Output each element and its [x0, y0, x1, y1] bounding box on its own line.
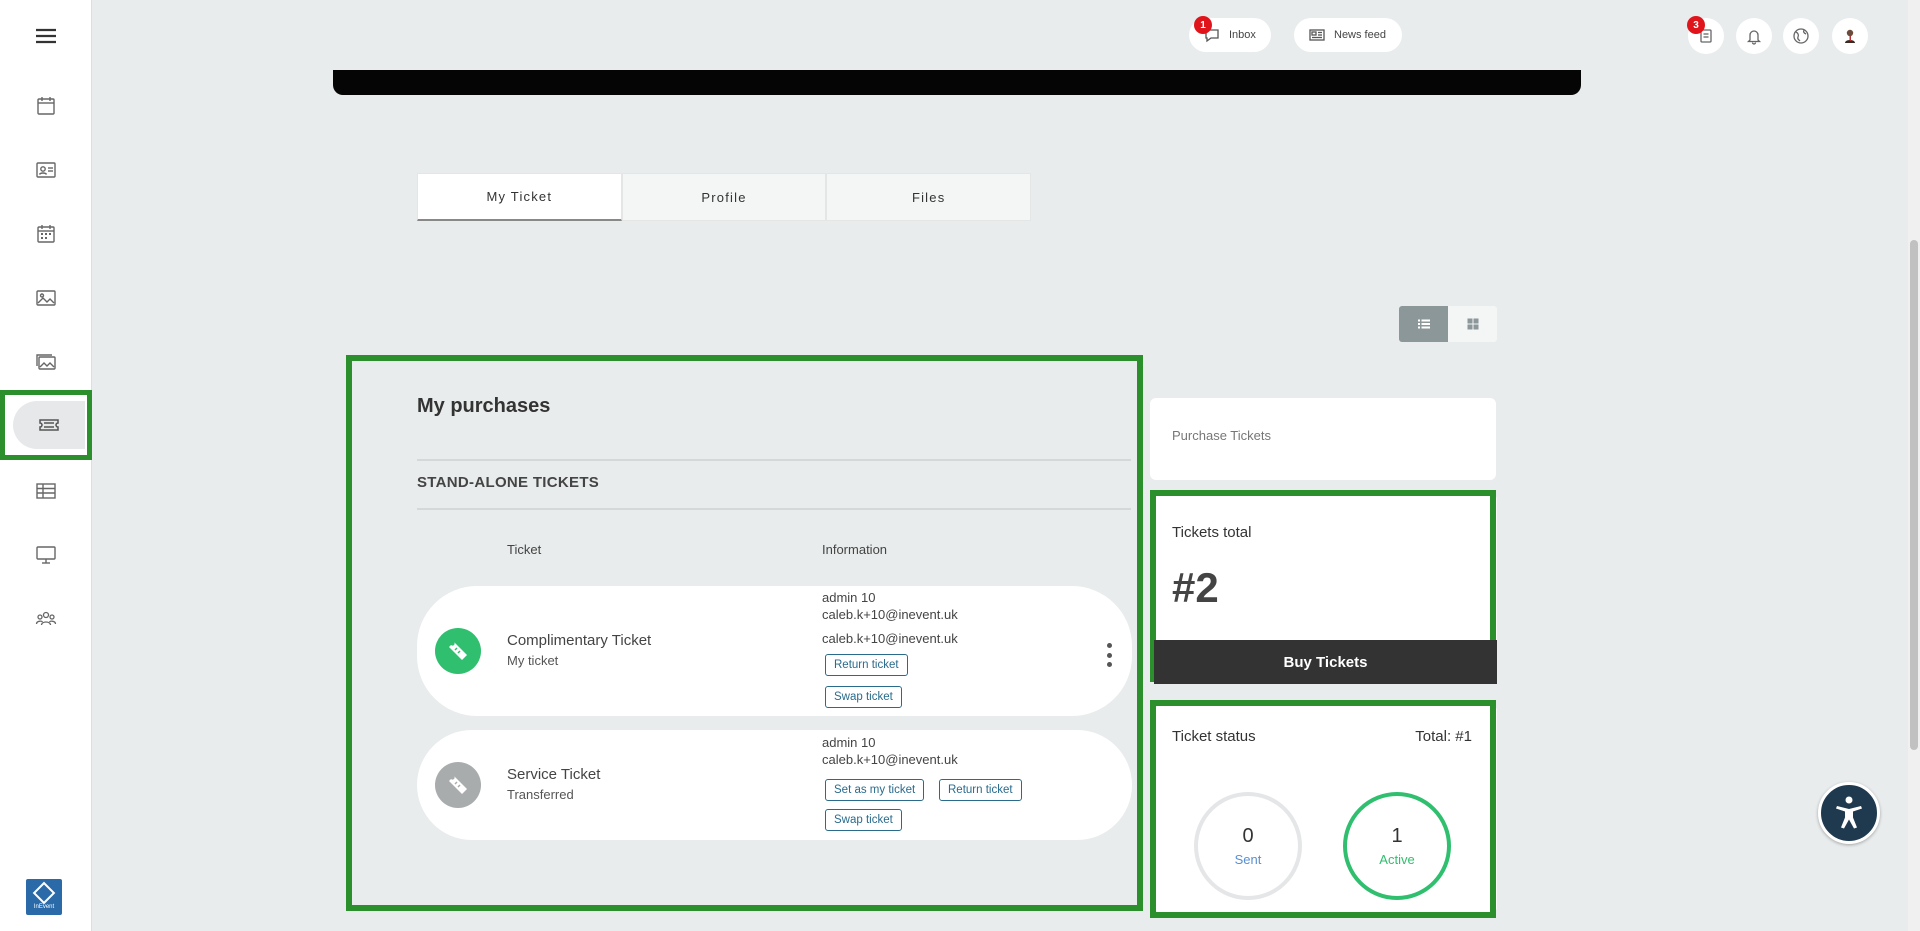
grid-view-button[interactable]	[1448, 306, 1497, 342]
purchase-tickets-link[interactable]: Purchase Tickets	[1172, 428, 1271, 443]
ticket-status-total: Total: #1	[1415, 728, 1472, 745]
ticket-holder-name: admin 10	[822, 590, 876, 605]
sidebar-item-table[interactable]	[0, 463, 92, 519]
section-title: STAND-ALONE TICKETS	[417, 474, 600, 491]
view-toggle	[1399, 306, 1497, 342]
grid-icon	[1467, 318, 1478, 330]
cart-badge: 3	[1687, 16, 1705, 34]
sidebar-item-agenda[interactable]	[0, 78, 92, 134]
return-ticket-button[interactable]: Return ticket	[825, 654, 908, 676]
event-banner	[333, 70, 1581, 95]
newspaper-icon	[1309, 29, 1325, 41]
tab-files[interactable]: Files	[826, 173, 1032, 221]
purchase-tickets-card[interactable]: Purchase Tickets	[1150, 398, 1496, 480]
ticket-status-label: Ticket status	[1172, 728, 1256, 745]
swap-ticket-button[interactable]: Swap ticket	[825, 809, 902, 831]
ticket-name: Complimentary Ticket	[507, 632, 652, 649]
sidebar-item-screen[interactable]	[0, 527, 92, 583]
return-ticket-button[interactable]: Return ticket	[939, 779, 1022, 801]
active-label: Active	[1379, 852, 1415, 867]
bell-icon	[1746, 30, 1762, 45]
notifications-button[interactable]	[1736, 18, 1772, 54]
sidebar-item-tickets[interactable]	[0, 390, 92, 460]
kebab-dot-icon	[1106, 662, 1112, 667]
profile-tabs: My Ticket Profile Files	[417, 173, 1032, 221]
tab-profile[interactable]: Profile	[621, 173, 827, 221]
ticket-icon	[449, 776, 467, 794]
menu-button[interactable]	[0, 8, 92, 64]
ticket-subtitle: Transferred	[507, 787, 574, 802]
more-options-button[interactable]	[1104, 643, 1114, 667]
tickets-total-label: Tickets total	[1172, 524, 1252, 541]
calendar-icon	[37, 97, 55, 115]
ticket-holder-email: caleb.k+10@inevent.uk	[822, 752, 958, 767]
id-card-icon	[36, 162, 56, 178]
ticket-holder-name: admin 10	[822, 735, 876, 750]
avatar-icon	[1845, 29, 1855, 43]
kebab-dot-icon	[1106, 652, 1112, 658]
inbox-label: Inbox	[1229, 29, 1256, 41]
purchases-title: My purchases	[417, 395, 551, 417]
active-count: 1	[1391, 825, 1403, 847]
brand-logo: InEvent	[26, 879, 62, 915]
image-icon	[36, 290, 56, 306]
ticket-holder-email: caleb.k+10@inevent.uk	[822, 631, 958, 646]
ticket-name: Service Ticket	[507, 766, 601, 783]
ticket-holder-email: caleb.k+10@inevent.uk	[822, 607, 958, 622]
globe-icon	[1793, 28, 1809, 44]
ticket-subtitle: My ticket	[507, 653, 559, 668]
column-header-ticket: Ticket	[507, 542, 542, 557]
table-icon	[36, 483, 56, 499]
ticket-status-icon	[435, 762, 481, 808]
tab-my-ticket[interactable]: My Ticket	[417, 173, 622, 221]
logo-glyph-icon	[32, 881, 56, 904]
sidebar-item-photos[interactable]	[0, 270, 92, 326]
sidebar-item-gallery[interactable]	[0, 334, 92, 390]
ticket-icon	[39, 419, 59, 431]
ticket-icon	[449, 642, 467, 660]
column-header-information: Information	[822, 542, 888, 557]
ticket-card[interactable]	[417, 586, 1132, 716]
schedule-icon	[37, 225, 55, 243]
sidebar-active-pill	[13, 401, 85, 449]
sidebar-item-people[interactable]	[0, 142, 92, 198]
list-view-button[interactable]	[1399, 306, 1448, 342]
sent-label: Sent	[1234, 852, 1262, 867]
inbox-badge: 1	[1194, 16, 1212, 34]
swap-ticket-button[interactable]: Swap ticket	[825, 686, 902, 708]
page-scrollbar[interactable]	[1908, 0, 1920, 931]
gallery-icon	[36, 354, 56, 370]
divider	[417, 508, 1131, 510]
news-feed-label: News feed	[1334, 29, 1386, 41]
people-icon	[35, 611, 57, 626]
language-button[interactable]	[1783, 18, 1819, 54]
active-status-ring: 1 Active	[1343, 792, 1451, 900]
news-feed-button[interactable]: News feed	[1294, 18, 1402, 52]
sidebar-item-networking[interactable]	[0, 591, 92, 647]
user-avatar[interactable]	[1832, 18, 1868, 54]
sidebar: InEvent	[0, 0, 92, 931]
menu-icon	[36, 28, 56, 44]
logo-text: InEvent	[33, 903, 55, 910]
ticket-status-icon	[435, 628, 481, 674]
list-icon	[1417, 319, 1430, 329]
accessibility-icon	[1836, 796, 1862, 829]
sidebar-item-schedule[interactable]	[0, 206, 92, 262]
divider	[417, 459, 1131, 461]
sent-count: 0	[1242, 825, 1254, 847]
tickets-total-value: #2	[1172, 564, 1219, 611]
sent-status-ring: 0 Sent	[1194, 792, 1302, 900]
buy-tickets-button[interactable]: Buy Tickets	[1154, 640, 1497, 684]
set-as-my-ticket-button[interactable]: Set as my ticket	[825, 779, 925, 801]
ticket-card[interactable]	[417, 730, 1132, 840]
kebab-dot-icon	[1106, 643, 1112, 648]
monitor-icon	[36, 546, 56, 564]
accessibility-button[interactable]	[1818, 782, 1880, 844]
scrollbar-thumb[interactable]	[1910, 240, 1918, 750]
